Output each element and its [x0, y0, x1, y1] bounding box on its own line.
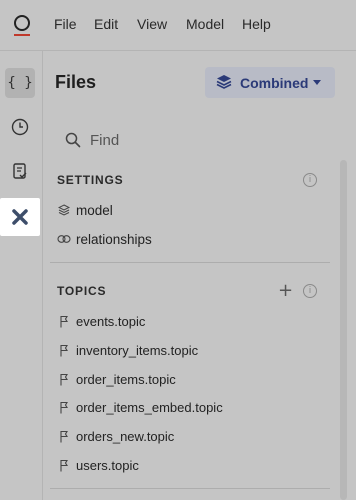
topic-item[interactable]: events.topic [57, 310, 145, 332]
view-selector-label: Combined [240, 75, 309, 91]
menu-help[interactable]: Help [242, 16, 271, 32]
flag-icon [57, 458, 71, 472]
model-x-icon [12, 209, 28, 225]
settings-info-icon[interactable]: i [303, 173, 317, 187]
braces-icon: { } [7, 75, 33, 91]
flag-icon [57, 314, 71, 328]
app-logo[interactable] [11, 13, 33, 37]
search-icon [65, 132, 81, 148]
topics-info-icon[interactable]: i [303, 284, 317, 298]
topics-section-title: TOPICS [57, 284, 107, 298]
section-divider [50, 262, 330, 263]
clipboard-check-icon [13, 163, 27, 179]
add-topic-button[interactable]: + [278, 280, 293, 301]
rail-clipboard-button[interactable] [5, 156, 35, 186]
topic-item-label: inventory_items.topic [76, 342, 199, 358]
settings-item-label: relationships [76, 231, 152, 247]
scrollbar[interactable] [340, 160, 347, 500]
menu-edit[interactable]: Edit [94, 16, 118, 32]
section-divider [50, 488, 330, 489]
flag-icon [57, 400, 71, 414]
top-menubar: File Edit View Model Help [0, 0, 356, 50]
search-input[interactable]: Find [90, 132, 119, 149]
rail-model-button[interactable] [0, 198, 40, 236]
topic-item-label: order_items_embed.topic [76, 399, 223, 415]
topic-item-label: users.topic [76, 457, 139, 473]
topic-item[interactable]: inventory_items.topic [57, 339, 198, 361]
menu-view[interactable]: View [137, 16, 167, 32]
layers-icon [57, 203, 71, 217]
layers-stack-icon [216, 75, 232, 89]
caret-down-icon [313, 80, 321, 85]
clock-icon [11, 118, 29, 136]
menu-file[interactable]: File [54, 16, 77, 32]
rail-divider [42, 51, 43, 500]
flag-icon [57, 429, 71, 443]
topic-item-label: order_items.topic [76, 371, 176, 387]
flag-icon [57, 343, 71, 357]
rail-files-button[interactable]: { } [5, 68, 35, 98]
flag-icon [57, 372, 71, 386]
settings-item-label: model [76, 202, 113, 218]
top-divider [0, 50, 356, 51]
menu-model[interactable]: Model [186, 16, 224, 32]
link-icon [57, 232, 71, 246]
topic-item-label: events.topic [76, 313, 146, 329]
topic-item[interactable]: users.topic [57, 454, 139, 476]
rail-history-button[interactable] [5, 112, 35, 142]
topic-item[interactable]: orders_new.topic [57, 425, 174, 447]
settings-section-title: SETTINGS [57, 173, 124, 187]
settings-item-relationships[interactable]: relationships [57, 228, 152, 250]
topic-item-label: orders_new.topic [76, 428, 175, 444]
topic-item[interactable]: order_items.topic [57, 368, 176, 390]
topic-item[interactable]: order_items_embed.topic [57, 396, 223, 418]
files-title: Files [55, 72, 97, 92]
settings-item-model[interactable]: model [57, 199, 113, 221]
